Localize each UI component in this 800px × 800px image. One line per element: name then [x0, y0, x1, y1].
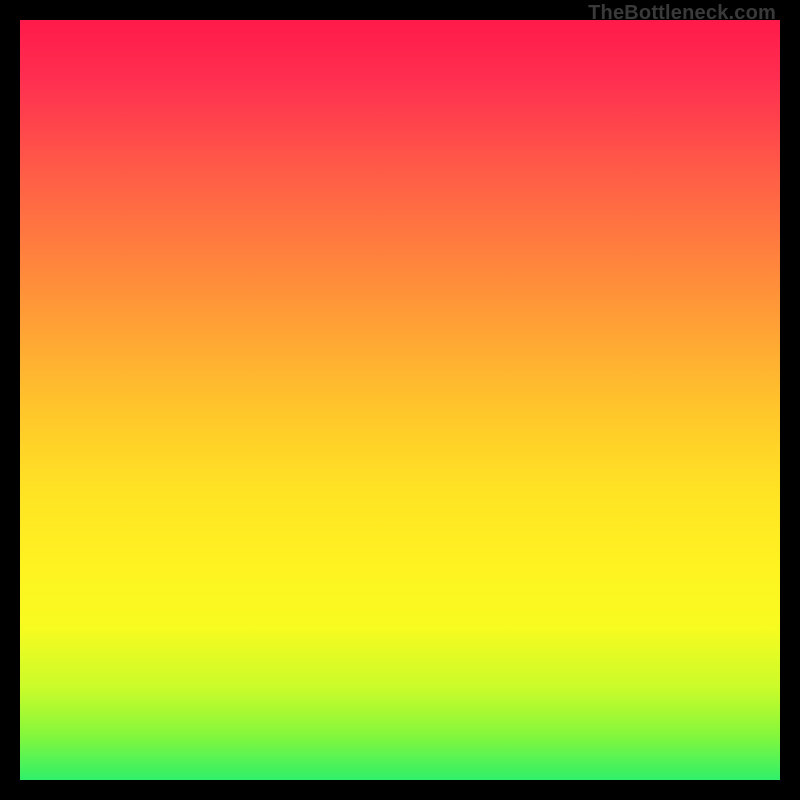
plot-area — [20, 20, 780, 780]
gradient-background — [20, 20, 780, 780]
chart-frame: TheBottleneck.com — [0, 0, 800, 800]
